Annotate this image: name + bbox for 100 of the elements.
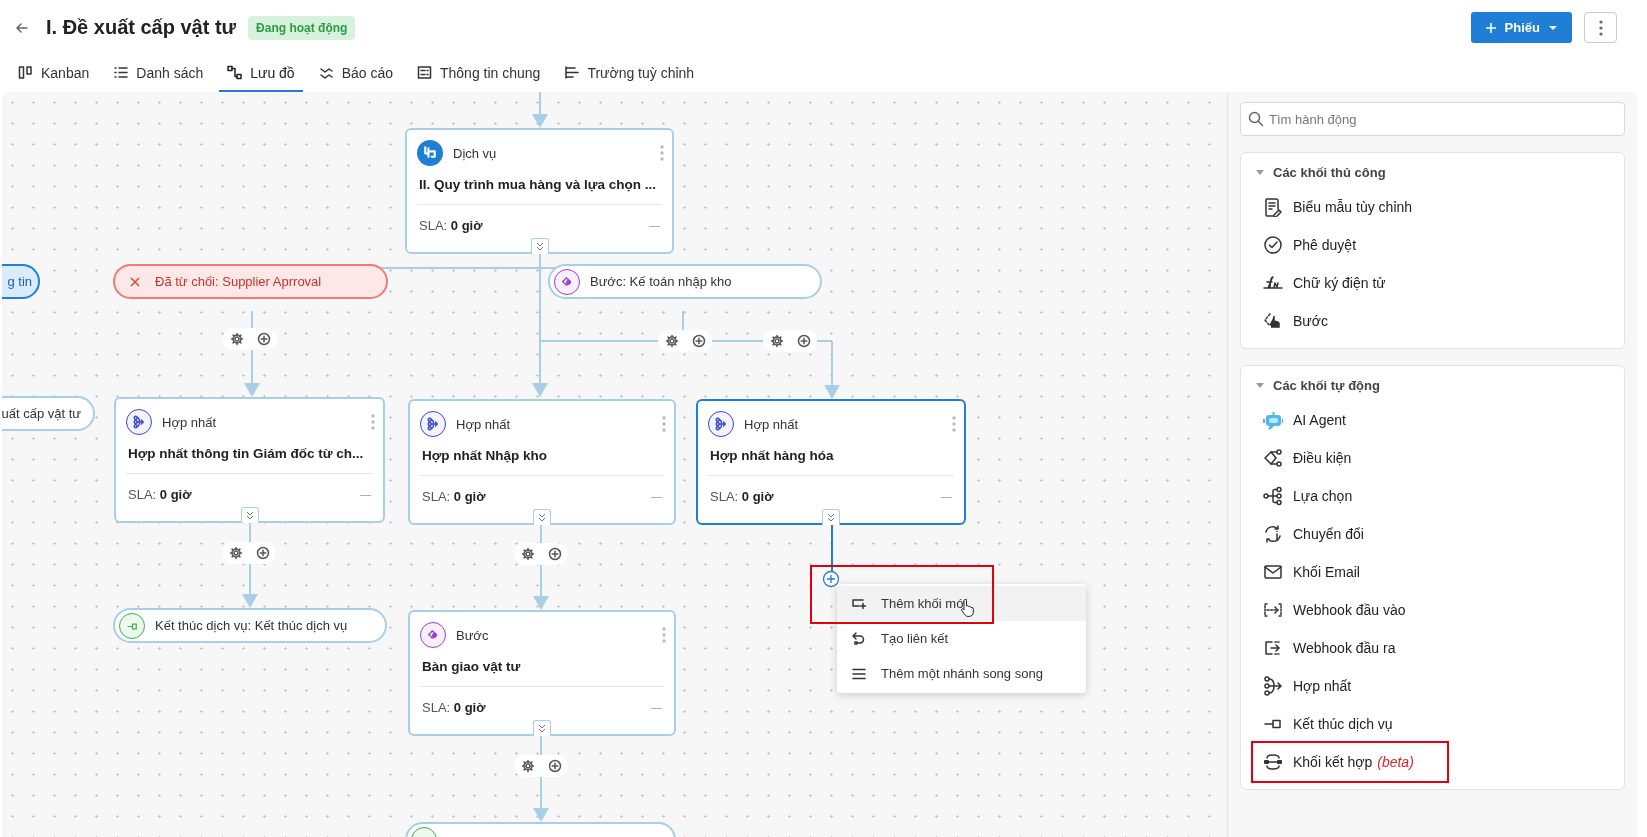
status-badge: Đang hoạt động	[248, 15, 356, 40]
expand-button[interactable]	[240, 507, 259, 523]
block-item[interactable]: Khối Email	[1253, 553, 1370, 591]
view-tab[interactable]: Trường tuỳ chỉnh	[556, 55, 703, 92]
add-icon[interactable]	[691, 334, 706, 348]
flow-node[interactable]: uất cấp vật tư	[2, 396, 95, 431]
expand-button[interactable]	[533, 509, 551, 525]
sla-label: SLA: 0 giờ	[419, 217, 483, 233]
block-icon	[1263, 235, 1283, 255]
block-icon	[1263, 562, 1283, 582]
dash-text: —	[649, 219, 660, 231]
block-icon	[1263, 524, 1283, 544]
section-toggle[interactable]: Các khối thủ công	[1253, 161, 1612, 188]
card-type-label: Dịch vụ	[453, 145, 498, 161]
block-item[interactable]: Biểu mẫu tùy chỉnh	[1253, 188, 1423, 226]
settings-icon[interactable]	[520, 759, 535, 773]
block-item[interactable]: Chuyển đổi	[1253, 515, 1374, 553]
expand-button[interactable]	[822, 509, 840, 525]
add-icon[interactable]	[256, 332, 271, 346]
card-title: Hợp nhất thông tin Giám đốc từ ch...	[126, 435, 373, 474]
new-ticket-button[interactable]: Phiếu	[1470, 12, 1572, 43]
dash-text: —	[360, 488, 371, 500]
settings-icon[interactable]	[228, 546, 243, 560]
menu-item[interactable]: Thêm một nhánh song song	[837, 656, 1086, 691]
caret-icon	[1255, 168, 1265, 177]
menu-item[interactable]: Tạo liên kết	[837, 621, 1086, 656]
settings-icon[interactable]	[520, 547, 535, 561]
merge-icon	[420, 411, 446, 437]
flow-card[interactable]: Hợp nhất Hợp nhất thông tin Giám đốc từ ch... SLA: 0 giờ —	[114, 397, 385, 523]
chevron-icon	[537, 513, 547, 522]
block-item[interactable]: Chữ ký điện tử	[1253, 264, 1396, 302]
sla-label: SLA: 0 giờ	[422, 488, 486, 504]
flow-node[interactable]: Bước: Kế toán nhập kho	[548, 264, 822, 299]
block-item[interactable]: Khối kết hợp (beta)	[1253, 743, 1447, 781]
chevron-icon	[244, 511, 255, 520]
view-tab[interactable]: Kanban	[10, 55, 98, 92]
add-icon[interactable]	[547, 759, 562, 773]
end-icon	[119, 612, 145, 639]
dash-text: —	[651, 701, 662, 713]
flow-card[interactable]: Bước Bàn giao vật tư SLA: 0 giờ —	[408, 610, 676, 736]
more-icon	[1597, 19, 1604, 36]
tab-icon	[113, 65, 129, 80]
service-icon	[417, 140, 443, 166]
block-item[interactable]: Webhook đầu vào	[1253, 591, 1416, 629]
expand-button[interactable]	[533, 720, 551, 736]
flow-card[interactable]: Dịch vụ II. Quy trình mua hàng và lựa chọn ... SLA: 0 giờ —	[405, 128, 674, 254]
plus-icon	[1484, 21, 1497, 34]
add-icon[interactable]	[796, 334, 811, 348]
flow-node[interactable]: Đã từ chối: Supplier Aprroval	[113, 264, 388, 299]
view-tab[interactable]: Thông tin chung	[409, 55, 549, 92]
flow-card[interactable]: Hợp nhất Hợp nhất hàng hóa SLA: 0 giờ —	[696, 399, 966, 525]
flow-card[interactable]: Hợp nhất Hợp nhất Nhập kho SLA: 0 giờ —	[408, 399, 676, 525]
dash-text: —	[651, 490, 662, 502]
settings-icon[interactable]	[664, 334, 679, 348]
block-item[interactable]: Kết thúc dịch vụ	[1253, 705, 1403, 743]
tab-icon	[227, 65, 243, 80]
block-icon	[1263, 752, 1283, 772]
block-icon	[1263, 600, 1283, 620]
block-icon	[1263, 311, 1283, 331]
menu-item-icon	[851, 630, 867, 647]
block-item[interactable]: Webhook đầu ra	[1253, 629, 1406, 667]
block-item[interactable]: Hợp nhất	[1253, 667, 1362, 705]
card-title: Hợp nhất hàng hóa	[708, 437, 954, 476]
block-icon	[1263, 197, 1283, 217]
expand-button[interactable]	[530, 238, 549, 254]
chevron-icon	[826, 513, 836, 522]
flow-node[interactable]: Kết thúc dịch vụ: Kết thúc dịch vụ	[113, 608, 387, 643]
card-title: Hợp nhất Nhập kho	[420, 437, 664, 476]
block-icon	[1263, 676, 1283, 696]
page-title: I. Đề xuất cấp vật tư	[46, 16, 237, 39]
connector-arrow	[824, 340, 840, 399]
add-icon[interactable]	[547, 547, 562, 561]
tab-icon	[417, 65, 432, 80]
block-icon	[1263, 448, 1283, 468]
sla-label: SLA: 0 giờ	[710, 488, 774, 504]
sla-label: SLA: 0 giờ	[422, 699, 486, 715]
settings-icon[interactable]	[229, 332, 244, 346]
card-type-label: Hợp nhất	[456, 416, 512, 432]
view-tab[interactable]: Báo cáo	[310, 55, 401, 92]
block-item[interactable]: Bước	[1253, 302, 1338, 340]
card-title: II. Quy trình mua hàng và lựa chọn ...	[417, 166, 662, 205]
step-icon	[554, 268, 580, 295]
chevron-icon	[537, 724, 547, 733]
block-item[interactable]: Lựa chọn	[1253, 477, 1363, 515]
block-item[interactable]: AI Agent	[1253, 401, 1356, 439]
view-tab[interactable]: Danh sách	[105, 55, 212, 92]
search-field[interactable]: Tìm hành động	[1240, 102, 1625, 136]
add-icon[interactable]	[255, 546, 270, 560]
merge-icon	[126, 409, 152, 435]
add-icon[interactable]	[822, 570, 840, 588]
connector-line	[831, 523, 833, 572]
settings-icon[interactable]	[769, 334, 784, 348]
card-type-label: Bước	[456, 627, 490, 643]
block-icon	[1263, 410, 1283, 430]
dash-text: —	[941, 490, 952, 502]
block-item[interactable]: Phê duyệt	[1253, 226, 1367, 264]
block-item[interactable]: Điều kiện	[1253, 439, 1362, 477]
flow-node[interactable]: g tin	[2, 264, 40, 299]
section-toggle[interactable]: Các khối tự động	[1253, 374, 1612, 401]
close-icon	[129, 275, 141, 288]
